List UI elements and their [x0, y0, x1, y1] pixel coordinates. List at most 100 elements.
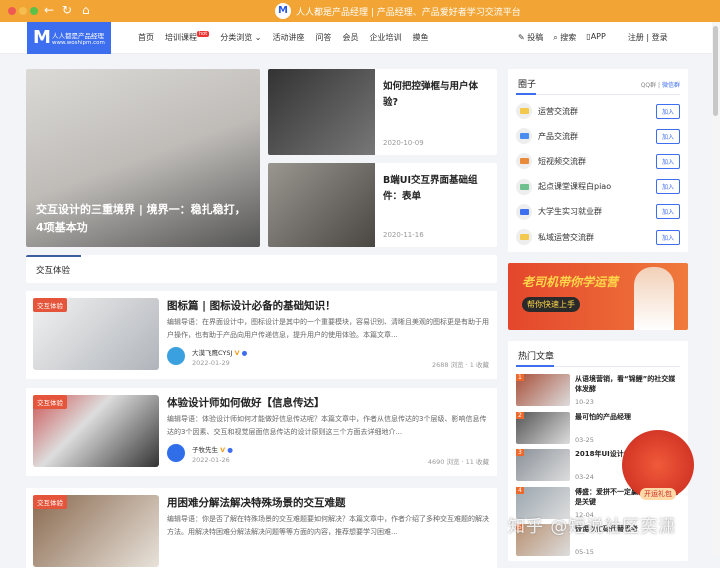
article-title[interactable]: 图标篇 | 图标设计必备的基础知识！	[167, 298, 336, 313]
circles-panel: 圈子 QQ群 | 微信群 运营交流群 加入 产品交流群 加入 短视频交流群 加入 起点课堂课…	[508, 69, 688, 252]
join-button[interactable]: 加入	[655, 204, 680, 220]
chat-icon	[516, 178, 532, 195]
verified-icon: ●	[227, 446, 233, 454]
circle-group-item: 短视频交流群 加入	[516, 153, 680, 170]
logo-mark: M	[33, 27, 51, 48]
nav-courses[interactable]: 培训课程 hot	[165, 31, 210, 43]
hot-article-item[interactable]: 1 从语境营销，看“锦鲤”的社交媒体发酵 10-23	[516, 374, 681, 408]
watermark: 知乎 @短说社区奕潇	[508, 517, 677, 537]
join-button[interactable]: 加入	[655, 128, 680, 144]
site-logo[interactable]: M 人人都是产品经理 www.woshipm.com	[27, 22, 111, 54]
avatar[interactable]	[167, 347, 185, 365]
category-badge: 交互体验	[33, 298, 67, 312]
join-button[interactable]: 加入	[655, 229, 680, 245]
chat-icon	[516, 229, 532, 245]
search-button[interactable]: ⌕ 搜索	[553, 32, 576, 43]
nav-home[interactable]: 首页	[138, 32, 154, 43]
ad-banner[interactable]: 老司机带你学运营 帮你快速上手	[508, 263, 688, 330]
hero-title: 交互设计的三重境界 | 境界一：稳扎稳打，4项基本功	[36, 203, 246, 234]
circle-group-item: 产品交流群 加入	[516, 128, 680, 145]
register-link[interactable]: 注册	[628, 33, 644, 42]
home-icon[interactable]: ⌂	[82, 3, 90, 17]
hot-article-title: 最可怕的产品经理	[575, 412, 631, 421]
group-name: 产品交流群	[538, 131, 578, 141]
article-summary: 编辑导语：体验设计师如何才能做好信息传达呢？本篇文章中，作者从信息传达的3个层级…	[167, 415, 487, 436]
group-name: 大学生实习就业群	[538, 207, 602, 217]
feature-image	[268, 69, 375, 155]
ad-subtitle: 帮你快速上手	[522, 297, 580, 312]
back-icon[interactable]: ←	[44, 3, 54, 17]
join-button[interactable]: 加入	[655, 153, 680, 169]
hero-article[interactable]: 交互设计的三重境界 | 境界一：稳扎稳打，4项基本功	[26, 69, 260, 247]
feature-title: 如何把控弹框与用户体验?	[383, 81, 479, 108]
logo-url: www.woshipm.com	[52, 40, 105, 46]
hot-article-date: 03-24	[575, 473, 594, 481]
rank-badge: 4	[516, 486, 524, 494]
article-title[interactable]: 体验设计师如何做好【信息传达】	[167, 395, 325, 410]
login-link[interactable]: 登录	[652, 33, 668, 42]
rank-badge: 2	[516, 411, 524, 419]
nav-qa[interactable]: 问答	[315, 32, 331, 43]
join-button[interactable]: 加入	[655, 179, 680, 195]
nav-categories[interactable]: 分类浏览 ⌄	[220, 32, 261, 43]
category-badge: 交互体验	[33, 495, 67, 509]
circles-heading: 圈子	[518, 80, 537, 90]
v-badge-icon: V	[220, 446, 226, 454]
author-name[interactable]: 子牧先生	[192, 446, 218, 454]
article-title[interactable]: 用困难分解法解决特殊场景的交互难题	[167, 495, 346, 510]
nav-events[interactable]: 活动讲座	[272, 32, 304, 43]
red-packet-promo[interactable]: 开运礼包	[622, 430, 694, 500]
ad-person-image	[634, 267, 674, 330]
hot-articles-heading: 热门文章	[518, 352, 555, 362]
feature-title: B端UI交互界面基础组件：表单	[383, 175, 478, 202]
hot-article-image	[516, 374, 570, 406]
circle-group-item: 起点课堂课程白piao 加入	[516, 178, 680, 195]
chat-icon	[516, 203, 532, 220]
tab-interaction-experience[interactable]: 交互体验	[36, 264, 70, 276]
join-button[interactable]: 加入	[655, 103, 680, 119]
window-titlebar: ← ↻ ⌂ M 人人都是产品经理 | 产品经理、产品爱好者学习交流平台	[0, 0, 720, 22]
chat-icon	[516, 153, 532, 170]
scrollbar[interactable]	[712, 22, 720, 555]
minimize-window-button[interactable]	[19, 7, 27, 15]
circle-group-item: 大学生实习就业群 加入	[516, 203, 680, 220]
group-name: 起点课堂课程白piao	[538, 182, 612, 192]
post-button[interactable]: ✎ 投稿	[518, 32, 543, 43]
nav-enterprise[interactable]: 企业培训	[369, 32, 401, 43]
qq-group-tab[interactable]: QQ群	[641, 82, 656, 89]
article-item[interactable]: 交互体验 体验设计师如何做好【信息传达】 编辑导语：体验设计师如何才能做好信息传…	[26, 388, 497, 476]
feature-article[interactable]: 如何把控弹框与用户体验? 2020-10-09	[268, 69, 497, 155]
article-date: 2022-01-29	[192, 359, 230, 367]
v-badge-icon: V	[234, 349, 240, 357]
close-window-button[interactable]	[8, 7, 16, 15]
hot-article-image	[516, 411, 570, 444]
article-item[interactable]: 交互体验 图标篇 | 图标设计必备的基础知识！ 编辑导语：在界面设计中，图标设计…	[26, 291, 497, 379]
window-title: 人人都是产品经理 | 产品经理、产品爱好者学习交流平台	[296, 7, 521, 18]
section-tabs: 交互体验	[26, 255, 497, 283]
circle-group-item: 私域运营交流群 加入	[516, 229, 680, 245]
hot-article-title: 从语境营销，看“锦鲤”的社交媒体发酵	[575, 375, 676, 393]
ad-headline: 老司机带你学运营	[522, 275, 619, 289]
feature-article[interactable]: B端UI交互界面基础组件：表单 2020-11-16	[268, 163, 497, 247]
rank-badge: 1	[516, 374, 524, 381]
article-summary: 编辑导语：你是否了解在特殊场景的交互难题要如何解决？本篇文章中，作者介绍了多种交…	[167, 515, 489, 536]
category-badge: 交互体验	[33, 395, 67, 409]
promo-label: 开运礼包	[640, 488, 676, 500]
rank-badge: 3	[516, 449, 524, 456]
article-date: 2022-01-26	[192, 456, 230, 464]
reload-icon[interactable]: ↻	[62, 3, 72, 17]
avatar[interactable]	[167, 444, 185, 462]
feature-date: 2020-11-16	[383, 231, 424, 239]
logo-name: 人人都是产品经理	[52, 32, 104, 40]
group-name: 私域运营交流群	[538, 232, 594, 242]
nav-membership[interactable]: 会员	[342, 32, 358, 43]
wechat-group-tab[interactable]: 微信群	[662, 82, 680, 89]
circle-group-item: 运营交流群 加入	[516, 103, 680, 119]
author-name[interactable]: 大漠飞鹰CYSJ	[192, 349, 232, 357]
app-button[interactable]: ▯APP	[586, 32, 606, 43]
maximize-window-button[interactable]	[30, 7, 38, 15]
chevron-down-icon: ⌄	[254, 33, 262, 42]
nav-moyu[interactable]: 摸鱼	[412, 32, 428, 43]
article-item[interactable]: 交互体验 用困难分解法解决特殊场景的交互难题 编辑导语：你是否了解在特殊场景的交…	[26, 488, 497, 568]
article-stats: 4690 浏览 · 11 收藏	[427, 458, 489, 466]
